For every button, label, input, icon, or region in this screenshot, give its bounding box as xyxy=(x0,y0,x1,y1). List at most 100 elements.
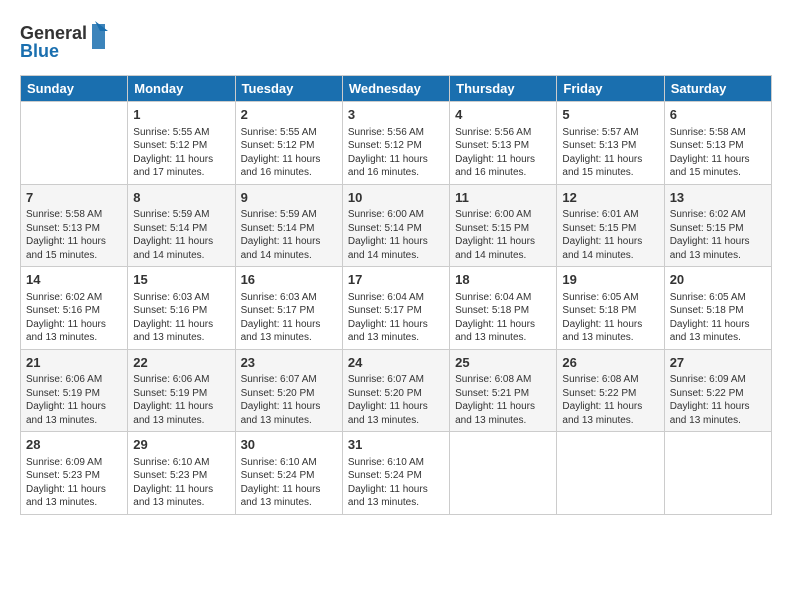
day-number: 19 xyxy=(562,271,658,289)
day-number: 25 xyxy=(455,354,551,372)
calendar-cell: 29 Sunrise: 6:10 AM Sunset: 5:23 PM Dayli… xyxy=(128,432,235,515)
calendar-cell xyxy=(21,102,128,185)
calendar-cell: 21Sunrise: 6:06 AM Sunset: 5:19 PM Dayli… xyxy=(21,349,128,432)
day-number: 24 xyxy=(348,354,444,372)
day-number: 27 xyxy=(670,354,766,372)
day-info: Sunrise: 6:10 AM Sunset: 5:23 PM Dayligh… xyxy=(133,456,229,510)
calendar-table: SundayMondayTuesdayWednesdayThursdayFrid… xyxy=(20,75,772,515)
calendar-cell: 19 Sunrise: 6:05 AM Sunset: 5:18 PM Dayli… xyxy=(557,267,664,350)
calendar-cell xyxy=(557,432,664,515)
day-info: Sunrise: 6:10 AM Sunset: 5:24 PM Dayligh… xyxy=(348,456,444,510)
svg-text:General: General xyxy=(20,23,87,43)
day-info: Sunrise: 6:00 AM Sunset: 5:15 PM Dayligh… xyxy=(455,208,551,262)
day-number: 26 xyxy=(562,354,658,372)
calendar-week-3: 14 Sunrise: 6:02 AM Sunset: 5:16 PM Dayli… xyxy=(21,267,772,350)
day-number: 1 xyxy=(133,106,229,124)
calendar-cell: 9Sunrise: 5:59 AM Sunset: 5:14 PM Daylig… xyxy=(235,184,342,267)
day-info: Sunrise: 6:09 AM Sunset: 5:22 PM Dayligh… xyxy=(670,373,766,427)
logo-text: General Blue xyxy=(20,19,115,69)
day-number: 8 xyxy=(133,189,229,207)
calendar-cell: 18Sunrise: 6:04 AM Sunset: 5:18 PM Dayli… xyxy=(450,267,557,350)
day-number: 9 xyxy=(241,189,337,207)
header-cell-thursday: Thursday xyxy=(450,76,557,102)
calendar-week-1: 1 Sunrise: 5:55 AM Sunset: 5:12 PM Daylig… xyxy=(21,102,772,185)
day-info: Sunrise: 6:02 AM Sunset: 5:15 PM Dayligh… xyxy=(670,208,766,262)
day-info: Sunrise: 6:07 AM Sunset: 5:20 PM Dayligh… xyxy=(241,373,337,427)
calendar-cell: 1 Sunrise: 5:55 AM Sunset: 5:12 PM Daylig… xyxy=(128,102,235,185)
calendar-cell: 27Sunrise: 6:09 AM Sunset: 5:22 PM Dayli… xyxy=(664,349,771,432)
calendar-cell: 25Sunrise: 6:08 AM Sunset: 5:21 PM Dayli… xyxy=(450,349,557,432)
day-info: Sunrise: 5:56 AM Sunset: 5:13 PM Dayligh… xyxy=(455,126,551,180)
calendar-cell: 6 Sunrise: 5:58 AM Sunset: 5:13 PM Daylig… xyxy=(664,102,771,185)
day-info: Sunrise: 6:03 AM Sunset: 5:17 PM Dayligh… xyxy=(241,291,337,345)
calendar-body: 1 Sunrise: 5:55 AM Sunset: 5:12 PM Daylig… xyxy=(21,102,772,515)
calendar-cell: 7Sunrise: 5:58 AM Sunset: 5:13 PM Daylig… xyxy=(21,184,128,267)
day-info: Sunrise: 6:09 AM Sunset: 5:23 PM Dayligh… xyxy=(26,456,122,510)
svg-text:Blue: Blue xyxy=(20,41,59,61)
day-info: Sunrise: 6:06 AM Sunset: 5:19 PM Dayligh… xyxy=(133,373,229,427)
header-cell-saturday: Saturday xyxy=(664,76,771,102)
calendar-cell: 28 Sunrise: 6:09 AM Sunset: 5:23 PM Dayli… xyxy=(21,432,128,515)
day-info: Sunrise: 6:00 AM Sunset: 5:14 PM Dayligh… xyxy=(348,208,444,262)
day-number: 15 xyxy=(133,271,229,289)
calendar-cell: 15 Sunrise: 6:03 AM Sunset: 5:16 PM Dayli… xyxy=(128,267,235,350)
day-number: 22 xyxy=(133,354,229,372)
day-number: 21 xyxy=(26,354,122,372)
calendar-week-4: 21 Sunrise: 6:06 AM Sunset: 5:19 PM Dayli… xyxy=(21,349,772,432)
calendar-cell xyxy=(450,432,557,515)
header-cell-wednesday: Wednesday xyxy=(342,76,449,102)
calendar-cell: 4 Sunrise: 5:56 AM Sunset: 5:13 PM Daylig… xyxy=(450,102,557,185)
day-info: Sunrise: 5:58 AM Sunset: 5:13 PM Dayligh… xyxy=(26,208,122,262)
calendar-cell: 2 Sunrise: 5:55 AM Sunset: 5:12 PM Daylig… xyxy=(235,102,342,185)
day-number: 16 xyxy=(241,271,337,289)
day-number: 11 xyxy=(455,189,551,207)
page-container: General Blue SundayMondayTuesdayWednesda… xyxy=(0,0,792,525)
day-number: 17 xyxy=(348,271,444,289)
day-number: 2 xyxy=(241,106,337,124)
day-info: Sunrise: 6:02 AM Sunset: 5:16 PM Dayligh… xyxy=(26,291,122,345)
header-cell-monday: Monday xyxy=(128,76,235,102)
calendar-cell: 30Sunrise: 6:10 AM Sunset: 5:24 PM Dayli… xyxy=(235,432,342,515)
day-number: 14 xyxy=(26,271,122,289)
header-cell-tuesday: Tuesday xyxy=(235,76,342,102)
day-info: Sunrise: 6:07 AM Sunset: 5:20 PM Dayligh… xyxy=(348,373,444,427)
calendar-cell: 22Sunrise: 6:06 AM Sunset: 5:19 PM Dayli… xyxy=(128,349,235,432)
day-info: Sunrise: 6:05 AM Sunset: 5:18 PM Dayligh… xyxy=(670,291,766,345)
calendar-cell: 20 Sunrise: 6:05 AM Sunset: 5:18 PM Dayli… xyxy=(664,267,771,350)
calendar-cell: 14 Sunrise: 6:02 AM Sunset: 5:16 PM Dayli… xyxy=(21,267,128,350)
calendar-cell: 26Sunrise: 6:08 AM Sunset: 5:22 PM Dayli… xyxy=(557,349,664,432)
day-number: 31 xyxy=(348,436,444,454)
day-info: Sunrise: 6:10 AM Sunset: 5:24 PM Dayligh… xyxy=(241,456,337,510)
calendar-cell: 5 Sunrise: 5:57 AM Sunset: 5:13 PM Daylig… xyxy=(557,102,664,185)
calendar-cell xyxy=(664,432,771,515)
day-info: Sunrise: 6:08 AM Sunset: 5:21 PM Dayligh… xyxy=(455,373,551,427)
header: General Blue xyxy=(20,15,772,69)
day-info: Sunrise: 5:56 AM Sunset: 5:12 PM Dayligh… xyxy=(348,126,444,180)
calendar-header: SundayMondayTuesdayWednesdayThursdayFrid… xyxy=(21,76,772,102)
day-number: 28 xyxy=(26,436,122,454)
calendar-cell: 23Sunrise: 6:07 AM Sunset: 5:20 PM Dayli… xyxy=(235,349,342,432)
day-info: Sunrise: 5:59 AM Sunset: 5:14 PM Dayligh… xyxy=(241,208,337,262)
day-info: Sunrise: 5:57 AM Sunset: 5:13 PM Dayligh… xyxy=(562,126,658,180)
day-info: Sunrise: 5:55 AM Sunset: 5:12 PM Dayligh… xyxy=(241,126,337,180)
day-info: Sunrise: 5:58 AM Sunset: 5:13 PM Dayligh… xyxy=(670,126,766,180)
header-cell-sunday: Sunday xyxy=(21,76,128,102)
calendar-cell: 16 Sunrise: 6:03 AM Sunset: 5:17 PM Dayli… xyxy=(235,267,342,350)
day-info: Sunrise: 5:55 AM Sunset: 5:12 PM Dayligh… xyxy=(133,126,229,180)
day-number: 20 xyxy=(670,271,766,289)
day-info: Sunrise: 6:03 AM Sunset: 5:16 PM Dayligh… xyxy=(133,291,229,345)
calendar-cell: 11Sunrise: 6:00 AM Sunset: 5:15 PM Dayli… xyxy=(450,184,557,267)
calendar-cell: 24Sunrise: 6:07 AM Sunset: 5:20 PM Dayli… xyxy=(342,349,449,432)
day-number: 4 xyxy=(455,106,551,124)
logo: General Blue xyxy=(20,19,115,69)
calendar-cell: 31 Sunrise: 6:10 AM Sunset: 5:24 PM Dayli… xyxy=(342,432,449,515)
day-info: Sunrise: 5:59 AM Sunset: 5:14 PM Dayligh… xyxy=(133,208,229,262)
day-info: Sunrise: 6:04 AM Sunset: 5:18 PM Dayligh… xyxy=(455,291,551,345)
day-number: 5 xyxy=(562,106,658,124)
day-info: Sunrise: 6:05 AM Sunset: 5:18 PM Dayligh… xyxy=(562,291,658,345)
day-number: 7 xyxy=(26,189,122,207)
day-info: Sunrise: 6:01 AM Sunset: 5:15 PM Dayligh… xyxy=(562,208,658,262)
day-number: 6 xyxy=(670,106,766,124)
day-number: 29 xyxy=(133,436,229,454)
calendar-week-2: 7Sunrise: 5:58 AM Sunset: 5:13 PM Daylig… xyxy=(21,184,772,267)
